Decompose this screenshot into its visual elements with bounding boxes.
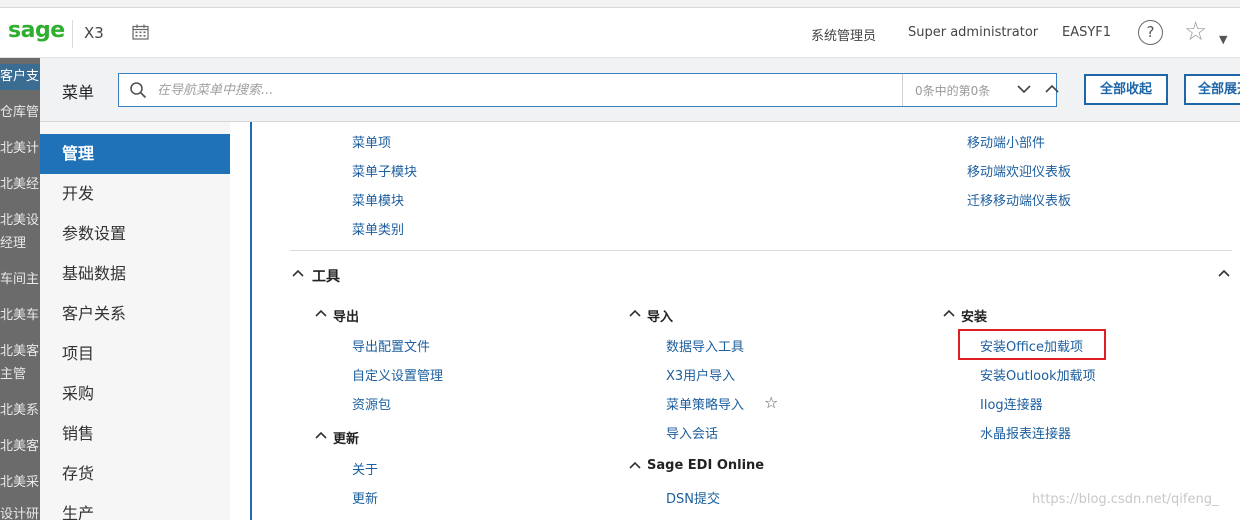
user-role[interactable]: 系统管理员 <box>811 25 876 44</box>
background-list-item: 仓库管 <box>0 105 40 120</box>
collapse-all-button[interactable]: 全部收起 <box>1084 74 1168 105</box>
search-count-separator <box>902 74 903 106</box>
menu-link[interactable]: 菜单策略导入 <box>666 394 744 413</box>
background-list-item: 设计研 <box>0 507 40 520</box>
background-list-item: 北美系 <box>0 403 40 418</box>
menu-link[interactable]: 导出配置文件 <box>352 336 430 355</box>
watermark-text: https://blog.csdn.net/qifeng_ <box>1032 492 1219 507</box>
background-list-item: 主管 <box>0 367 27 382</box>
nav-item-master-data[interactable]: 基础数据 <box>40 254 230 294</box>
section-divider <box>290 250 1232 251</box>
background-list-item: 车间主 <box>0 272 40 287</box>
menu-link[interactable]: X3用户导入 <box>666 365 735 384</box>
help-icon[interactable]: ? <box>1138 20 1163 45</box>
group-title-update[interactable]: 更新 <box>333 428 359 447</box>
nav-item-crm[interactable]: 客户关系 <box>40 294 230 334</box>
menu-link[interactable]: 自定义设置管理 <box>352 365 443 384</box>
menu-category-nav: 管理 开发 参数设置 基础数据 客户关系 项目 采购 销售 存货 生产 <box>40 122 230 520</box>
group-title-export[interactable]: 导出 <box>333 306 359 325</box>
background-list-item: 北美客 <box>0 439 40 454</box>
sage-logo[interactable]: sage <box>8 18 65 43</box>
background-list-item: 客户支 <box>0 64 40 90</box>
menu-link[interactable]: 安装Outlook加载项 <box>980 365 1096 384</box>
update-chevron-up-icon[interactable] <box>315 431 327 440</box>
favorites-star-icon[interactable]: ☆ <box>1184 17 1207 47</box>
menu-link[interactable]: 菜单模块 <box>352 190 404 209</box>
favorite-star-icon[interactable]: ☆ <box>764 393 778 412</box>
menu-link[interactable]: 移动端欢迎仪表板 <box>967 161 1071 180</box>
menu-link[interactable]: Ilog连接器 <box>980 394 1043 413</box>
menu-link[interactable]: DSN提交 <box>666 488 720 507</box>
menu-link[interactable]: 水晶报表连接器 <box>980 423 1071 442</box>
nav-item-manufacturing[interactable]: 生产 <box>40 494 230 520</box>
tools-collapse-chevron-up-icon[interactable] <box>1218 269 1230 278</box>
menu-link[interactable]: 移动端小部件 <box>967 132 1045 151</box>
nav-item-sales[interactable]: 销售 <box>40 414 230 454</box>
app-header: sage X3 系统管理员 Super administrator EASYF1… <box>0 8 1240 58</box>
group-title-install[interactable]: 安装 <box>961 306 987 325</box>
nav-gap <box>230 122 250 520</box>
background-list-item: 北美经 <box>0 177 40 192</box>
nav-item-parameters[interactable]: 参数设置 <box>40 214 230 254</box>
folder-name[interactable]: EASYF1 <box>1062 25 1111 40</box>
menu-link[interactable]: 导入会话 <box>666 423 718 442</box>
nav-item-projects[interactable]: 项目 <box>40 334 230 374</box>
group-title-sage-edi[interactable]: Sage EDI Online <box>647 458 764 473</box>
menu-link[interactable]: 更新 <box>352 488 378 507</box>
menu-link[interactable]: 迁移移动端仪表板 <box>967 190 1071 209</box>
tools-chevron-up-icon[interactable] <box>292 269 304 278</box>
background-page-list: 客户支 仓库管 北美计 北美经 北美设 经理 车间主 北美车 北美客 主管 北美… <box>0 58 40 520</box>
search-icon <box>130 82 147 99</box>
export-chevron-up-icon[interactable] <box>315 309 327 318</box>
nav-item-purchasing[interactable]: 采购 <box>40 374 230 414</box>
user-name[interactable]: Super administrator <box>908 25 1038 40</box>
menu-link[interactable]: 菜单子模块 <box>352 161 417 180</box>
calendar-icon[interactable] <box>132 24 149 40</box>
menu-link[interactable]: 菜单类别 <box>352 219 404 238</box>
background-list-item: 经理 <box>0 236 27 251</box>
expand-all-button[interactable]: 全部展开 <box>1184 74 1240 105</box>
search-box[interactable]: 0条中的第0条 <box>118 73 1059 107</box>
install-chevron-up-icon[interactable] <box>943 309 955 318</box>
menu-link[interactable]: 资源包 <box>352 394 391 413</box>
menu-title: 菜单 <box>62 83 95 102</box>
menu-content: 菜单项 菜单子模块 菜单模块 菜单类别 移动端小部件 移动端欢迎仪表板 迁移移动… <box>252 122 1240 520</box>
import-chevron-up-icon[interactable] <box>629 309 641 318</box>
search-result-count: 0条中的第0条 <box>915 84 991 98</box>
nav-item-admin[interactable]: 管理 <box>40 134 230 174</box>
app-name: X3 <box>84 24 104 42</box>
background-list-item: 北美采 <box>0 475 40 490</box>
install-office-addin-link[interactable]: 安装Office加载项 <box>980 336 1083 355</box>
section-title-tools[interactable]: 工具 <box>312 266 340 286</box>
background-list-item: 北美车 <box>0 308 40 323</box>
window-top-strip <box>0 0 1240 8</box>
edi-chevron-up-icon[interactable] <box>629 461 641 470</box>
menu-link[interactable]: 关于 <box>352 459 378 478</box>
nav-item-inventory[interactable]: 存货 <box>40 454 230 494</box>
group-title-import[interactable]: 导入 <box>647 306 673 325</box>
header-separator <box>72 20 73 48</box>
prev-result-chevron-up-icon[interactable] <box>1041 79 1063 101</box>
menu-search-bar: 菜单 0条中的第0条 全部收起 全部展开 <box>40 58 1240 122</box>
menu-link[interactable]: 菜单项 <box>352 132 391 151</box>
background-list-item: 北美计 <box>0 141 40 156</box>
next-result-chevron-down-icon[interactable] <box>1013 79 1035 101</box>
favorites-caret-icon[interactable]: ▼ <box>1219 33 1227 46</box>
menu-link[interactable]: 数据导入工具 <box>666 336 744 355</box>
nav-item-development[interactable]: 开发 <box>40 174 230 214</box>
search-input[interactable] <box>157 74 897 106</box>
